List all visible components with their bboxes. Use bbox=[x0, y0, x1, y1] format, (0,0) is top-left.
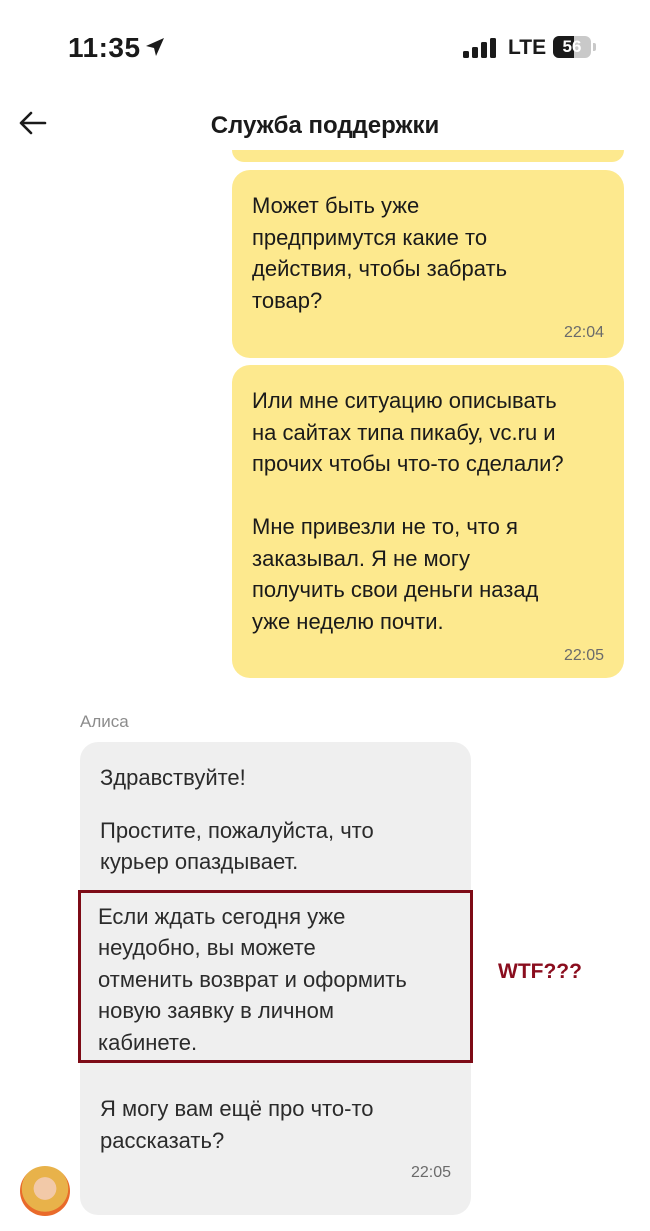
outgoing-message: Может быть уже предпримутся какие то дей… bbox=[232, 170, 624, 358]
location-arrow-icon bbox=[146, 38, 164, 56]
cellular-signal-icon bbox=[463, 38, 496, 58]
outgoing-message: Или мне ситуацию описывать на сайтах тип… bbox=[232, 365, 624, 678]
message-paragraph: Если ждать сегодня уже неудобно, вы може… bbox=[98, 903, 407, 1055]
battery-icon: 56 bbox=[553, 36, 597, 60]
highlighted-paragraph: Если ждать сегодня уже неудобно, вы може… bbox=[78, 889, 473, 1063]
incoming-message: Здравствуйте! Простите, пожалуйста, что … bbox=[78, 742, 473, 1215]
annotation-label: WTF??? bbox=[498, 960, 582, 983]
message-time: 22:05 bbox=[410, 1164, 451, 1181]
battery-percent: 56 bbox=[562, 37, 582, 56]
message-text: Или мне ситуацию описывать на сайтах тип… bbox=[252, 388, 564, 634]
message-time: 22:05 bbox=[563, 647, 604, 664]
message-paragraph: Здравствуйте! bbox=[100, 765, 246, 790]
sender-name: Алиса bbox=[80, 712, 129, 731]
message-paragraph: Простите, пожалуйста, что курьер опаздыв… bbox=[100, 817, 374, 875]
page-title: Служба поддержки bbox=[210, 112, 440, 139]
message-text: Может быть уже предпримутся какие то дей… bbox=[252, 193, 508, 313]
message-time: 22:04 bbox=[563, 324, 604, 341]
network-type: LTE bbox=[508, 36, 547, 59]
status-time: 11:35 bbox=[68, 32, 141, 63]
avatar bbox=[20, 1166, 70, 1216]
message-paragraph: Я могу вам ещё про что-то рассказать? bbox=[100, 1096, 374, 1153]
previous-message-bubble bbox=[232, 150, 624, 162]
